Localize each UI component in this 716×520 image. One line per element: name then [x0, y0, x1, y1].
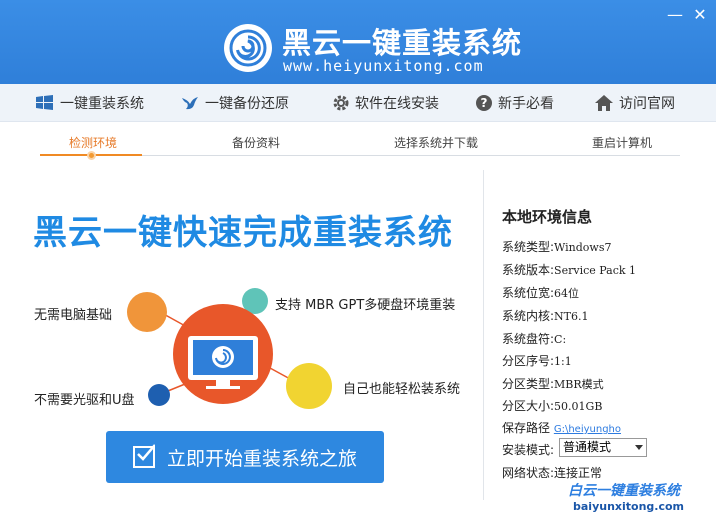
info-row: 系统位宽:64位: [502, 286, 580, 300]
nav-reinstall[interactable]: 一键重装系统: [35, 84, 144, 122]
checkbox-icon: [132, 444, 155, 468]
nav-label: 软件在线安装: [355, 96, 439, 112]
info-row: 系统盘符:C:: [502, 332, 567, 346]
step-detect: 检测环境: [69, 136, 118, 150]
nav-website[interactable]: 访问官网: [594, 84, 675, 122]
gear-icon: [333, 95, 349, 111]
info-row: 分区序号:1:1: [502, 354, 572, 368]
save-path-link[interactable]: G:\heiyungho: [554, 424, 621, 435]
windows-logo-icon: [36, 95, 53, 110]
feature-dot-orange: [127, 292, 167, 332]
watermark-title: 白云一键重装系统: [568, 483, 680, 499]
svg-text:?: ?: [481, 96, 488, 110]
feature-dot-blue: [148, 384, 170, 406]
nav-label: 一键备份还原: [205, 96, 289, 112]
close-button[interactable]: ✕: [689, 4, 711, 26]
home-icon: [595, 95, 613, 111]
panel-divider: [483, 170, 484, 500]
info-row: 分区类型:MBR模式: [502, 377, 604, 391]
main-nav: 一键重装系统 一键备份还原 软件在线安装 ? 新手必看 访问官网: [0, 84, 716, 122]
step-download: 选择系统并下载: [394, 136, 479, 150]
info-row-install-mode: 安装模式:: [502, 443, 555, 457]
feature-mbr-gpt: 支持 MBR GPT多硬盘环境重装: [275, 298, 456, 313]
bird-icon: [182, 97, 198, 110]
info-row: 分区大小:50.01GB: [502, 399, 603, 413]
step-restart: 重启计算机: [592, 136, 653, 150]
nav-backup[interactable]: 一键备份还原: [180, 84, 289, 122]
info-row: 系统版本:Service Pack 1: [502, 263, 637, 277]
install-mode-select[interactable]: 普通模式: [559, 438, 647, 457]
title-bar: 黑云一键重装系统 www.heiyunxitong.com — ✕: [0, 0, 716, 84]
info-row: 系统内核:NT6.1: [502, 309, 589, 323]
nav-label: 访问官网: [619, 96, 675, 112]
info-row-network: 网络状态:连接正常: [502, 466, 603, 480]
nav-software[interactable]: 软件在线安装: [332, 84, 439, 122]
logo-icon: [224, 24, 272, 72]
main-headline: 黑云一键快速完成重装系统: [33, 213, 453, 253]
step-backup: 备份资料: [232, 136, 281, 150]
nav-guide[interactable]: ? 新手必看: [475, 84, 554, 122]
info-title: 本地环境信息: [502, 208, 593, 226]
question-icon: ?: [476, 95, 492, 111]
feature-dot-yellow: [286, 363, 332, 409]
nav-label: 新手必看: [498, 96, 554, 112]
feature-easy: 自己也能轻松装系统: [343, 382, 461, 397]
step-current-dot: [87, 151, 96, 160]
feature-no-drive: 不需要光驱和U盘: [34, 393, 135, 408]
feature-no-basics: 无需电脑基础: [34, 308, 113, 323]
nav-label: 一键重装系统: [60, 96, 144, 112]
app-url: www.heiyunxitong.com: [283, 57, 484, 75]
step-progress: 检测环境 备份资料 选择系统并下载 重启计算机: [0, 122, 716, 162]
start-reinstall-label: 立即开始重装系统之旅: [166, 447, 357, 470]
info-row: 系统类型:Windows7: [502, 240, 612, 254]
watermark-url: baiyunxitong.com: [573, 500, 685, 513]
app-title: 黑云一键重装系统: [282, 26, 523, 60]
info-row-save-path: 保存路径 G:\heiyungho: [502, 421, 621, 435]
start-reinstall-button[interactable]: 立即开始重装系统之旅: [106, 431, 384, 483]
chevron-down-icon: [635, 445, 643, 450]
minimize-button[interactable]: —: [664, 4, 686, 26]
